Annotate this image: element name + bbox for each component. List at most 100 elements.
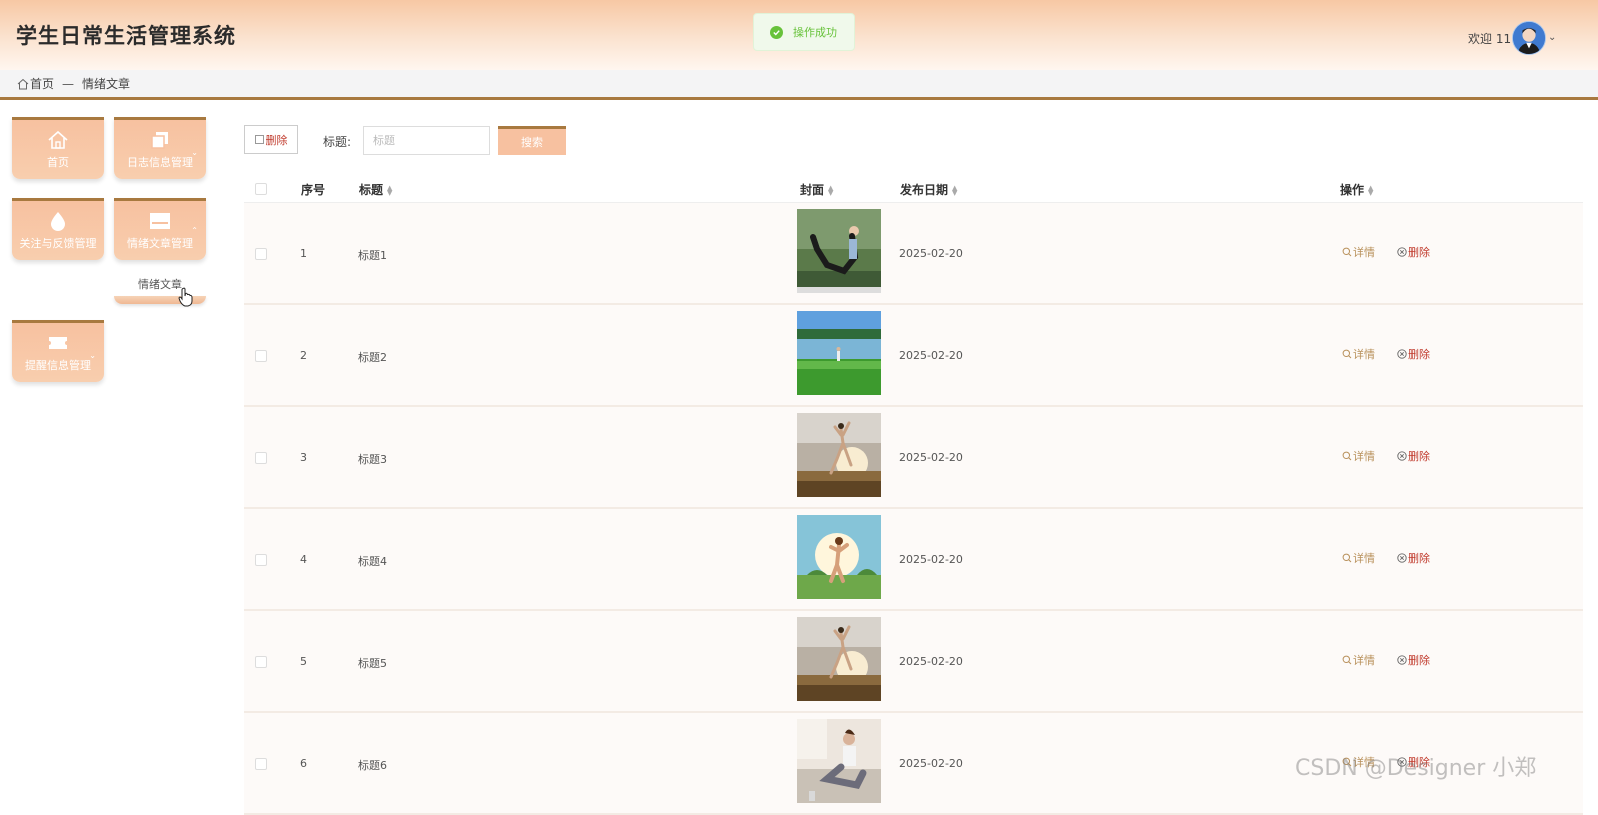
table-row: 2 标题2 2025-02-20 详情 删除: [244, 305, 1583, 407]
close-circle-icon: [1397, 349, 1407, 359]
row-index: 4: [300, 553, 307, 566]
detail-label: 详情: [1353, 450, 1375, 463]
delete-button[interactable]: 删除: [1397, 346, 1430, 362]
header-cover[interactable]: 封面 ▲ ▼: [800, 181, 833, 198]
close-circle-icon: [1397, 553, 1407, 563]
chevron-down-icon[interactable]: ⌄: [1548, 32, 1556, 43]
detail-label: 详情: [1353, 348, 1375, 361]
table-row: 5 标题5 2025-02-20 详情 删除: [244, 611, 1583, 713]
search-icon: [1342, 655, 1352, 665]
header-actions[interactable]: 操作 ▲ ▼: [1340, 181, 1373, 198]
home-icon: [48, 130, 68, 149]
sidebar-item-log[interactable]: 日志信息管理 ⌄: [114, 117, 206, 179]
row-title: 标题1: [358, 249, 387, 262]
search-icon: [1342, 451, 1352, 461]
cover-image[interactable]: [797, 617, 881, 701]
chevron-up-icon: ⌃: [191, 226, 198, 235]
sidebar-item-feedback[interactable]: 关注与反馈管理: [12, 198, 104, 260]
detail-label: 详情: [1353, 654, 1375, 667]
search-label: 标题:: [323, 135, 352, 149]
sidebar-item-label: 情绪文章管理: [127, 237, 193, 250]
delete-label: 删除: [1408, 246, 1430, 259]
table-row: 1 标题1 2025-02-20 详情 删除: [244, 203, 1583, 305]
sidebar-item-label: 提醒信息管理: [25, 359, 91, 372]
sort-icon[interactable]: ▲ ▼: [387, 184, 392, 196]
toast-message: 操作成功: [793, 26, 837, 39]
row-checkbox[interactable]: [255, 758, 267, 770]
cover-image[interactable]: [797, 515, 881, 599]
cover-image[interactable]: [797, 311, 881, 395]
header-date[interactable]: 发布日期 ▲ ▼: [900, 181, 957, 198]
row-index: 2: [300, 349, 307, 362]
row-checkbox[interactable]: [255, 554, 267, 566]
detail-button[interactable]: 详情: [1342, 448, 1375, 464]
batch-delete-label: 删除: [265, 133, 288, 147]
breadcrumb-home[interactable]: 首页: [30, 75, 54, 92]
sidebar-item-reminder[interactable]: 提醒信息管理 ⌄: [12, 320, 104, 382]
row-index: 1: [300, 247, 307, 260]
chevron-down-icon: ⌄: [89, 351, 96, 360]
close-circle-icon: [1397, 247, 1407, 257]
delete-label: 删除: [1408, 654, 1430, 667]
top-header: 学生日常生活管理系统 操作成功 欢迎 11 ⌄: [0, 0, 1598, 70]
header-index: 序号: [301, 183, 326, 197]
trash-icon: [254, 135, 264, 144]
sidebar-item-label: 日志信息管理: [127, 156, 193, 169]
row-checkbox[interactable]: [255, 350, 267, 362]
header-cover-text: 封面: [800, 183, 825, 197]
cover-image[interactable]: [797, 719, 881, 803]
row-checkbox[interactable]: [255, 656, 267, 668]
select-all-checkbox[interactable]: [255, 183, 267, 195]
search-button[interactable]: 搜索: [498, 126, 566, 155]
header-title-text: 标题: [359, 183, 384, 197]
header-title[interactable]: 标题 ▲ ▼: [359, 181, 392, 198]
sidebar-item-label: 首页: [47, 156, 69, 169]
search-icon: [1342, 349, 1352, 359]
detail-button[interactable]: 详情: [1342, 550, 1375, 566]
sidebar-item-emotion-article[interactable]: 情绪文章管理 ⌃: [114, 198, 206, 260]
row-index: 5: [300, 655, 307, 668]
row-date: 2025-02-20: [899, 655, 963, 668]
breadcrumb: 首页 — 情绪文章: [0, 70, 1598, 100]
delete-button[interactable]: 删除: [1397, 448, 1430, 464]
sort-icon[interactable]: ▲ ▼: [1368, 184, 1373, 196]
chevron-down-icon: ⌄: [191, 148, 198, 157]
breadcrumb-separator: —: [62, 76, 75, 91]
check-circle-icon: [770, 25, 783, 39]
cover-image[interactable]: [797, 209, 881, 293]
detail-button[interactable]: 详情: [1342, 244, 1375, 260]
row-checkbox[interactable]: [255, 452, 267, 464]
delete-button[interactable]: 删除: [1397, 550, 1430, 566]
watermark: CSDN @Designer 小郑: [1295, 756, 1537, 781]
row-index: 6: [300, 757, 307, 770]
detail-button[interactable]: 详情: [1342, 652, 1375, 668]
avatar[interactable]: [1512, 21, 1546, 55]
delete-button[interactable]: 删除: [1397, 244, 1430, 260]
row-date: 2025-02-20: [899, 451, 963, 464]
hand-cursor-icon: [178, 287, 193, 307]
sort-icon[interactable]: ▲ ▼: [828, 184, 833, 196]
row-date: 2025-02-20: [899, 349, 963, 362]
detail-label: 详情: [1353, 246, 1375, 259]
ticket-icon: [49, 337, 67, 349]
row-title: 标题6: [358, 759, 387, 772]
cover-image[interactable]: [797, 413, 881, 497]
sort-icon[interactable]: ▲ ▼: [952, 184, 957, 196]
table-row: 4 标题4 2025-02-20 详情 删除: [244, 509, 1583, 611]
table-header: 序号 标题 ▲ ▼ 封面 ▲ ▼ 发布日期 ▲ ▼ 操作 ▲ ▼: [244, 173, 1583, 203]
header-actions-text: 操作: [1340, 183, 1365, 197]
delete-button[interactable]: 删除: [1397, 652, 1430, 668]
row-date: 2025-02-20: [899, 247, 963, 260]
row-date: 2025-02-20: [899, 757, 963, 770]
detail-button[interactable]: 详情: [1342, 346, 1375, 362]
table-row: 3 标题3 2025-02-20 详情 删除: [244, 407, 1583, 509]
delete-label: 删除: [1408, 552, 1430, 565]
title-search-input[interactable]: [363, 126, 490, 155]
row-title: 标题2: [358, 351, 387, 364]
batch-delete-button[interactable]: 删除: [244, 125, 298, 154]
sidebar-item-home[interactable]: 首页: [12, 117, 104, 179]
row-checkbox[interactable]: [255, 248, 267, 260]
search-icon: [1342, 247, 1352, 257]
home-icon: [17, 78, 29, 89]
header-date-text: 发布日期: [900, 183, 949, 197]
